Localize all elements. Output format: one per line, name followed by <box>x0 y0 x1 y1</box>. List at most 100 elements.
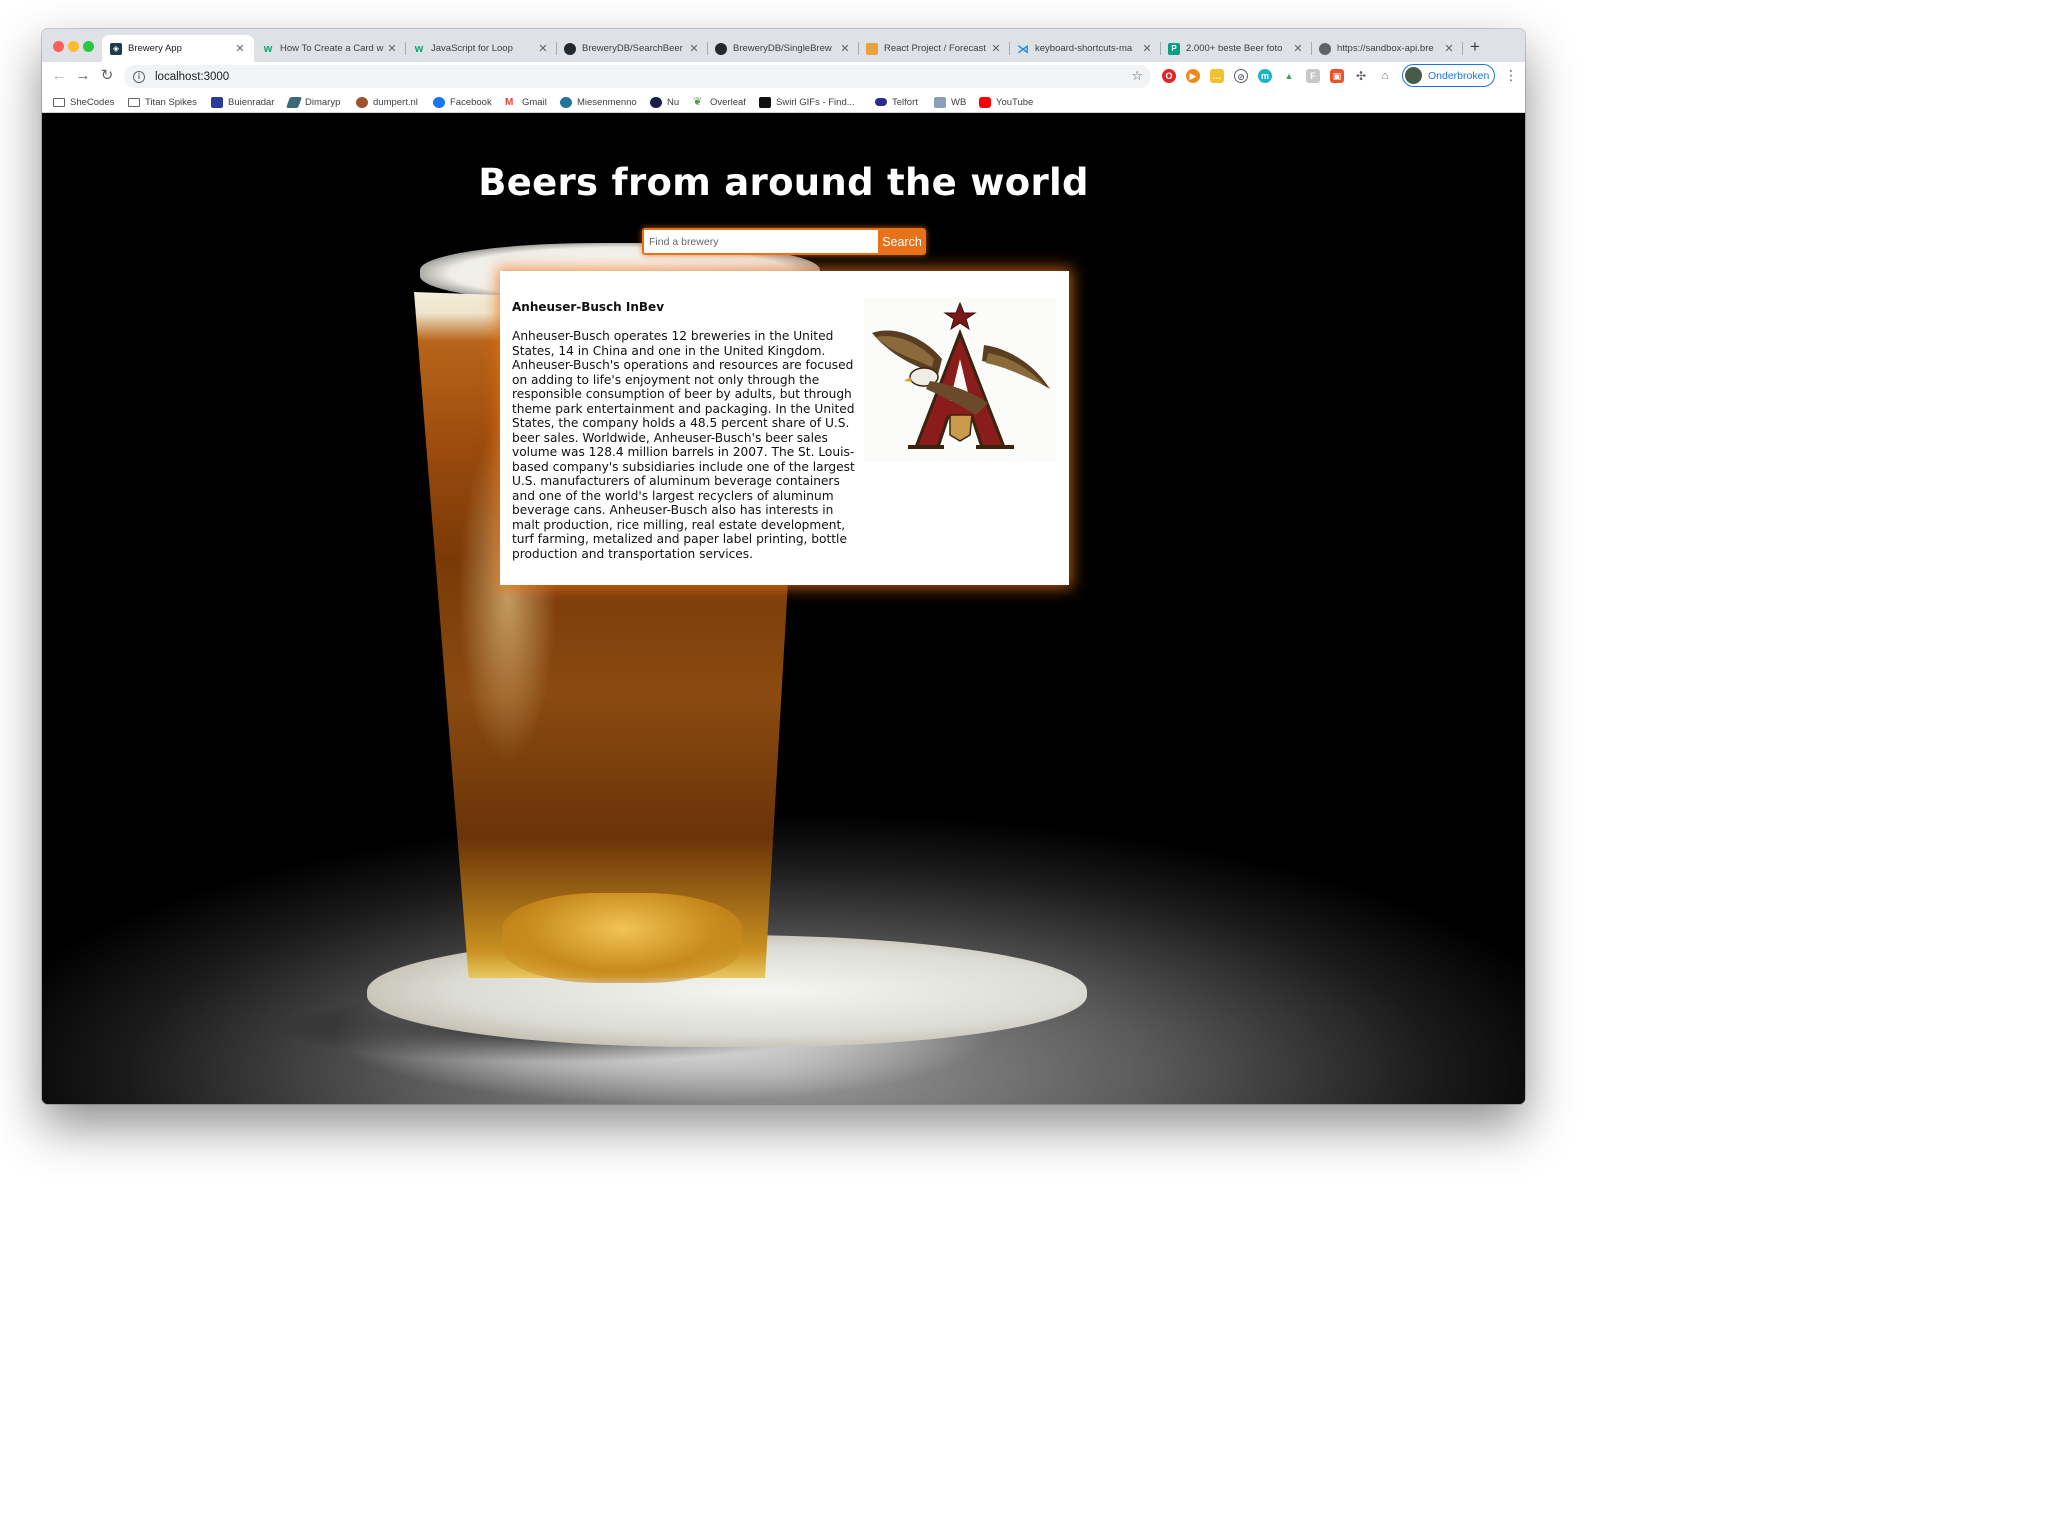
bookmark-label: Miesenmenno <box>577 96 637 108</box>
bookmark-label: dumpert.nl <box>373 96 418 108</box>
maximize-window-button[interactable] <box>83 41 94 52</box>
bookmark-titan-spikes[interactable]: Titan Spikes <box>128 94 197 110</box>
youtube-icon <box>979 96 991 108</box>
bookmark-gmail[interactable]: M Gmail <box>505 94 547 110</box>
puzzle-extensions-icon[interactable]: ✣ <box>1354 69 1368 83</box>
bookmark-label: Telfort <box>892 96 918 108</box>
anheuser-busch-eagle-logo <box>864 297 1056 461</box>
page-viewport: Beers from around the world Search Anheu… <box>42 113 1525 1104</box>
profile-label: Onderbroken <box>1428 69 1490 82</box>
bookmark-dumpert[interactable]: dumpert.nl <box>356 94 418 110</box>
dimaryp-icon <box>285 96 303 108</box>
bookmark-overleaf[interactable]: ❦ Overleaf <box>693 94 746 110</box>
telfort-icon <box>875 98 887 106</box>
avatar <box>1405 67 1422 84</box>
cast-icon[interactable]: ⌂ <box>1378 69 1392 83</box>
close-tab-icon[interactable]: ✕ <box>386 42 398 55</box>
close-window-button[interactable] <box>53 41 64 52</box>
close-tab-icon[interactable]: ✕ <box>234 42 246 55</box>
bookmark-wb[interactable]: WB <box>934 94 966 110</box>
bookmark-label: Buienradar <box>228 96 275 108</box>
profile-button[interactable]: Onderbroken <box>1402 64 1495 87</box>
github-favicon-icon <box>715 42 727 55</box>
reload-icon[interactable]: ↻ <box>98 67 116 85</box>
close-tab-icon[interactable]: ✕ <box>688 42 700 55</box>
url-text[interactable]: localhost:3000 <box>155 71 229 83</box>
more-menu-icon[interactable]: ⋮ <box>1504 67 1518 84</box>
bookmark-buienradar[interactable]: Buienradar <box>211 94 274 110</box>
bookmark-label: Overleaf <box>710 96 746 108</box>
search-form: Search <box>642 228 926 255</box>
bookmark-nu[interactable]: Nu <box>650 94 679 110</box>
shecodes-favicon-icon <box>866 42 878 55</box>
tab-pexels-beer[interactable]: P 2.000+ beste Beer foto ✕ <box>1160 35 1312 62</box>
bookmark-star-icon[interactable]: ☆ <box>1131 68 1143 84</box>
new-tab-button[interactable]: + <box>1470 37 1480 57</box>
close-tab-icon[interactable]: ✕ <box>1443 42 1455 55</box>
pexels-favicon-icon: P <box>1168 42 1180 55</box>
opera-extension-icon[interactable]: O <box>1162 69 1176 83</box>
tab-label: JavaScript for Loop <box>431 43 513 54</box>
background-image-glass-base <box>502 893 742 983</box>
tab-github-searchbeer[interactable]: BreweryDB/SearchBeer ✕ <box>556 35 708 62</box>
bookmark-facebook[interactable]: Facebook <box>433 94 492 110</box>
tab-w3schools-card[interactable]: w How To Create a Card w ✕ <box>254 35 406 62</box>
bookmark-label: Titan Spikes <box>145 96 197 108</box>
nu-icon <box>650 96 662 108</box>
bookmark-youtube[interactable]: YouTube <box>979 94 1033 110</box>
close-tab-icon[interactable]: ✕ <box>990 42 1002 55</box>
minimize-window-button[interactable] <box>68 41 79 52</box>
bookmark-label: Gmail <box>522 96 547 108</box>
tab-sandbox-api[interactable]: https://sandbox-api.bre ✕ <box>1311 35 1463 62</box>
browser-window: ◈ Brewery App ✕ w How To Create a Card w… <box>42 29 1525 1104</box>
m-extension-icon[interactable]: m <box>1258 69 1272 83</box>
bookmark-label: WB <box>951 96 967 108</box>
tab-label: Brewery App <box>128 43 182 54</box>
notes-extension-icon[interactable]: … <box>1210 69 1224 83</box>
close-tab-icon[interactable]: ✕ <box>1141 42 1153 55</box>
buienradar-icon <box>211 96 223 108</box>
forward-arrow-icon[interactable]: → <box>74 67 92 85</box>
tab-github-singlebrewery[interactable]: BreweryDB/SingleBrew ✕ <box>707 35 859 62</box>
facebook-icon <box>433 96 445 108</box>
tab-keyboard-shortcuts[interactable]: ⋊ keyboard-shortcuts-ma ✕ <box>1009 35 1161 62</box>
drive-extension-icon[interactable]: ▲ <box>1282 69 1296 83</box>
bookmark-miesenmenno[interactable]: Miesenmenno <box>560 94 637 110</box>
wb-icon <box>934 96 946 108</box>
close-tab-icon[interactable]: ✕ <box>1292 42 1304 55</box>
bookmark-telfort[interactable]: Telfort <box>875 94 918 110</box>
play-extension-icon[interactable]: ▶ <box>1186 69 1200 83</box>
tab-label: keyboard-shortcuts-ma <box>1035 43 1133 54</box>
block-extension-icon[interactable]: ⊘ <box>1234 69 1248 83</box>
bookmark-swirl-gifs[interactable]: Swirl GIFs - Find... <box>759 94 855 110</box>
browser-toolbar: ← → ↻ i localhost:3000 ☆ O ▶ … ⊘ m ▲ F ▣… <box>42 62 1525 91</box>
search-input[interactable] <box>642 228 878 255</box>
overleaf-icon: ❦ <box>693 96 705 108</box>
tab-brewery-app[interactable]: ◈ Brewery App ✕ <box>102 35 254 62</box>
github-favicon-icon <box>564 42 576 55</box>
bookmark-dimaryp[interactable]: Dimaryp <box>285 94 340 110</box>
search-button[interactable]: Search <box>878 228 926 255</box>
on-extension-icon[interactable]: ▣ <box>1330 69 1344 83</box>
close-tab-icon[interactable]: ✕ <box>537 42 549 55</box>
globe-favicon-icon <box>1319 42 1331 55</box>
bookmark-label: Swirl GIFs - Find... <box>776 96 855 108</box>
bookmark-label: SheCodes <box>70 96 115 108</box>
address-bar[interactable]: i localhost:3000 ☆ <box>124 65 1151 88</box>
bookmark-label: Facebook <box>450 96 492 108</box>
brewery-name: Anheuser-Busch InBev <box>512 300 665 314</box>
back-arrow-icon[interactable]: ← <box>50 67 68 85</box>
bookmark-label: YouTube <box>996 96 1034 108</box>
site-info-icon[interactable]: i <box>133 70 145 83</box>
brewery-card: Anheuser-Busch InBev Anheuser-Busch oper… <box>500 271 1069 585</box>
page-title: Beers from around the world <box>478 161 1089 204</box>
tab-label: React Project / Forecast <box>884 43 986 54</box>
tab-react-project[interactable]: React Project / Forecast ✕ <box>858 35 1010 62</box>
tab-js-for-loop[interactable]: w JavaScript for Loop ✕ <box>405 35 557 62</box>
dumpert-icon <box>356 96 368 108</box>
bookmark-shecodes[interactable]: SheCodes <box>53 94 114 110</box>
grey-extension-icon[interactable]: F <box>1306 69 1320 83</box>
tab-label: https://sandbox-api.bre <box>1337 43 1434 54</box>
close-tab-icon[interactable]: ✕ <box>839 42 851 55</box>
tab-label: How To Create a Card w <box>280 43 384 54</box>
